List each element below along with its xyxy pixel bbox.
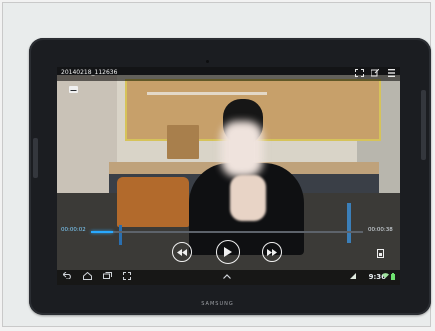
- subtitle-icon[interactable]: [69, 86, 78, 95]
- scene-chair: [117, 177, 189, 227]
- rewind-icon: [177, 248, 187, 256]
- recent-apps-icon[interactable]: [103, 272, 112, 282]
- seek-bar-fill: [91, 231, 113, 233]
- player-title-bar: 20140218_112636: [57, 67, 400, 81]
- wifi-icon: [382, 273, 389, 280]
- battery-icon: [391, 273, 395, 282]
- time-total: 00:00:38: [368, 227, 393, 233]
- share-icon[interactable]: [370, 68, 380, 79]
- tablet-side-speaker-left: [33, 138, 38, 178]
- back-icon[interactable]: [62, 271, 72, 282]
- screenshot-icon[interactable]: [123, 272, 131, 283]
- video-player-screen[interactable]: 20140218_112636 00:00:02 00:00:38 9:36: [57, 67, 400, 285]
- up-chevron-icon[interactable]: [223, 272, 231, 282]
- tablet-side-speaker-right: [421, 90, 426, 160]
- signal-icon: [350, 273, 356, 281]
- home-icon[interactable]: [83, 271, 92, 283]
- device-brand: SAMSUNG: [201, 301, 234, 307]
- play-icon: [224, 247, 232, 257]
- scene-shelf: [167, 125, 199, 159]
- scene-light-bar: [147, 92, 267, 95]
- system-nav-bar: 9:36: [57, 270, 400, 285]
- rewind-button[interactable]: [172, 242, 192, 262]
- camera-sensor: [206, 60, 209, 63]
- fast-forward-button[interactable]: [262, 242, 282, 262]
- fast-forward-icon: [267, 248, 277, 256]
- screen-fit-icon[interactable]: [355, 69, 364, 79]
- video-title: 20140218_112636: [61, 69, 118, 76]
- popup-player-icon[interactable]: [377, 249, 384, 261]
- scene-hands: [230, 175, 266, 221]
- progress-row: 00:00:02 00:00:38: [57, 225, 400, 237]
- scene-blurred-face: [221, 121, 263, 177]
- seek-bar[interactable]: [91, 231, 363, 233]
- menu-icon[interactable]: [388, 69, 395, 79]
- play-button[interactable]: [216, 240, 240, 264]
- scene-table-leg: [347, 203, 351, 243]
- time-elapsed: 00:00:02: [61, 227, 86, 233]
